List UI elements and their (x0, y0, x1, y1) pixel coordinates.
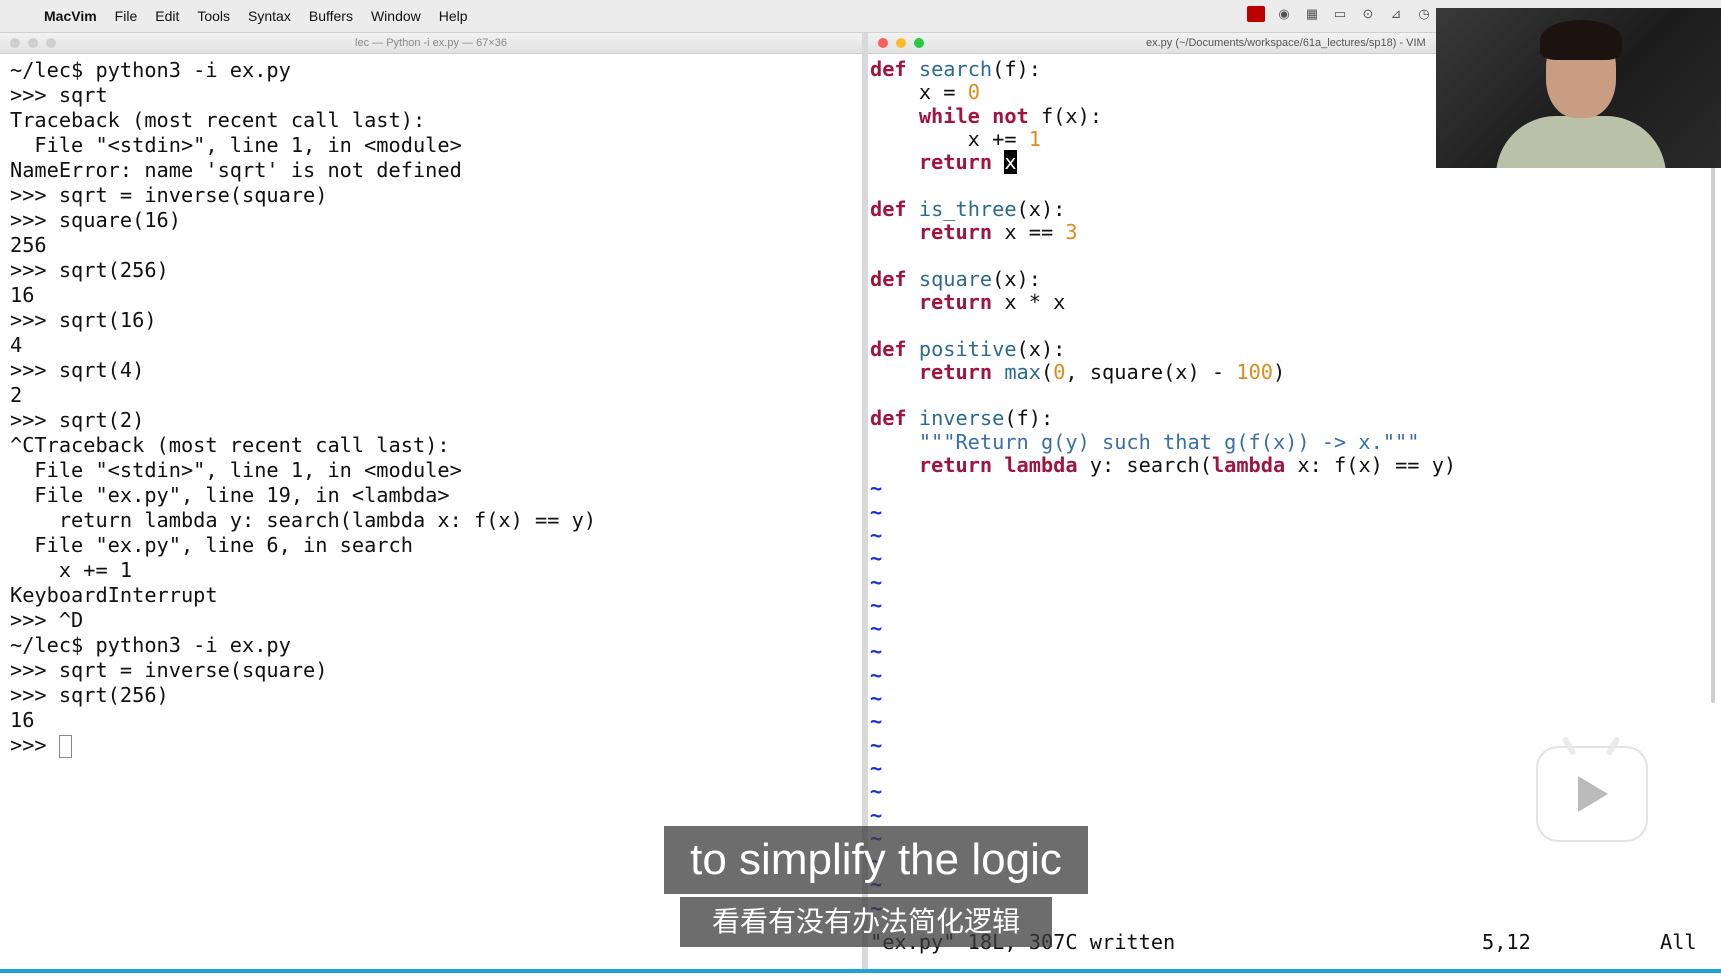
vim-title: ex.py (~/Documents/workspace/61a_lecture… (1146, 37, 1426, 49)
terminal-cursor (58, 735, 72, 758)
terminal-line: NameError: name 'sqrt' is not defined (10, 158, 462, 182)
eye-icon[interactable]: ◉ (1275, 6, 1293, 22)
menu-buffers[interactable]: Buffers (309, 8, 353, 24)
terminal-line: File "<stdin>", line 1, in <module> (34, 458, 462, 482)
vim-window-controls (878, 38, 924, 48)
subtitle-english: to simplify the logic (664, 826, 1088, 894)
presenter-hair (1540, 20, 1622, 60)
terminal-line: >>> ^D (10, 608, 84, 632)
terminal-line: >>> sqrt(256) (10, 258, 169, 282)
presenter-shirt (1496, 116, 1666, 168)
close-button[interactable] (10, 38, 20, 48)
play-triangle (1578, 776, 1608, 812)
terminal-line: 4 (10, 333, 23, 357)
empty-line-marker: ~ (870, 546, 883, 571)
terminal-title: lec — Python -i ex.py — 67×36 (355, 37, 507, 49)
terminal-line: >>> sqrt(16) (10, 308, 157, 332)
empty-line-marker: ~ (870, 779, 883, 804)
empty-line-marker: ~ (870, 592, 883, 617)
minimize-button[interactable] (28, 38, 38, 48)
terminal-line: 16 (10, 708, 35, 732)
terminal-line: 16 (10, 283, 35, 307)
menu-app-name[interactable]: MacVim (44, 8, 97, 24)
calendar-icon[interactable]: ▦ (1303, 6, 1321, 22)
empty-line-marker: ~ (870, 569, 883, 594)
terminal-line: ~/lec$ python3 -i ex.py (10, 58, 291, 82)
display-icon[interactable]: ▭ (1331, 6, 1349, 22)
close-button[interactable] (878, 38, 888, 48)
minimize-button[interactable] (896, 38, 906, 48)
window-controls (10, 38, 56, 48)
terminal-line: KeyboardInterrupt (10, 583, 218, 607)
webcam-overlay (1436, 8, 1721, 168)
zoom-button[interactable] (914, 38, 924, 48)
menu-help[interactable]: Help (439, 8, 468, 24)
video-progress-line (0, 969, 1721, 973)
terminal-line: ^CTraceback (most recent call last): (10, 433, 450, 457)
empty-line-marker: ~ (870, 639, 883, 664)
terminal-line: >>> sqrt = inverse(square) (10, 658, 328, 682)
terminal-line: >>> square(16) (10, 208, 181, 232)
empty-line-marker: ~ (870, 686, 883, 711)
terminal-prompt: >>> (10, 733, 59, 757)
cursor-position: 5,12 (1482, 930, 1531, 954)
terminal-line: >>> sqrt = inverse(square) (10, 183, 328, 207)
terminal-line: >>> sqrt(4) (10, 358, 145, 382)
vim-scrollbar[interactable] (1711, 163, 1715, 703)
empty-line-marker: ~ (870, 709, 883, 734)
empty-line-marker: ~ (870, 755, 883, 780)
terminal-line: >>> sqrt (10, 83, 108, 107)
status-tray: ◉ ▦ ▭ ⊙ ⊿ ◷ ✥ (1247, 6, 1461, 22)
scroll-percent: All (1660, 930, 1697, 954)
menu-file[interactable]: File (115, 8, 138, 24)
menu-tools[interactable]: Tools (197, 8, 230, 24)
empty-line-marker: ~ (870, 662, 883, 687)
empty-line-marker: ~ (870, 616, 883, 641)
subtitle-chinese: 看看有没有办法简化逻辑 (680, 897, 1052, 947)
terminal-titlebar[interactable]: lec — Python -i ex.py — 67×36 (0, 33, 862, 54)
empty-line-marker: ~ (870, 476, 883, 501)
terminal-line: return lambda y: search(lambda x: f(x) =… (58, 508, 597, 532)
terminal-output[interactable]: ~/lec$ python3 -i ex.py >>> sqrt Traceba… (0, 54, 862, 758)
menu-window[interactable]: Window (371, 8, 421, 24)
mouse-icon[interactable]: ⊙ (1359, 6, 1377, 22)
empty-line-marker: ~ (870, 499, 883, 524)
empty-line-marker: ~ (870, 732, 883, 757)
record-icon[interactable] (1247, 6, 1265, 22)
menu-edit[interactable]: Edit (155, 8, 179, 24)
terminal-line: >>> sqrt(256) (10, 683, 169, 707)
terminal-line: x += 1 (58, 558, 133, 582)
airplay-icon[interactable]: ⊿ (1387, 6, 1405, 22)
play-icon[interactable] (1536, 735, 1648, 842)
terminal-line: 2 (10, 383, 23, 407)
empty-line-marker: ~ (870, 522, 883, 547)
terminal-line: >>> sqrt(2) (10, 408, 145, 432)
menu-syntax[interactable]: Syntax (248, 8, 291, 24)
empty-line-marker: ~ (870, 802, 883, 827)
text-cursor: x (1004, 150, 1017, 175)
terminal-line: 256 (10, 233, 47, 257)
terminal-line: File "ex.py", line 19, in <lambda> (34, 483, 450, 507)
time-machine-icon[interactable]: ◷ (1415, 6, 1433, 22)
terminal-line: ~/lec$ python3 -i ex.py (10, 633, 291, 657)
zoom-button[interactable] (46, 38, 56, 48)
terminal-line: Traceback (most recent call last): (10, 108, 426, 132)
terminal-line: File "<stdin>", line 1, in <module> (34, 133, 462, 157)
terminal-line: File "ex.py", line 6, in search (34, 533, 413, 557)
